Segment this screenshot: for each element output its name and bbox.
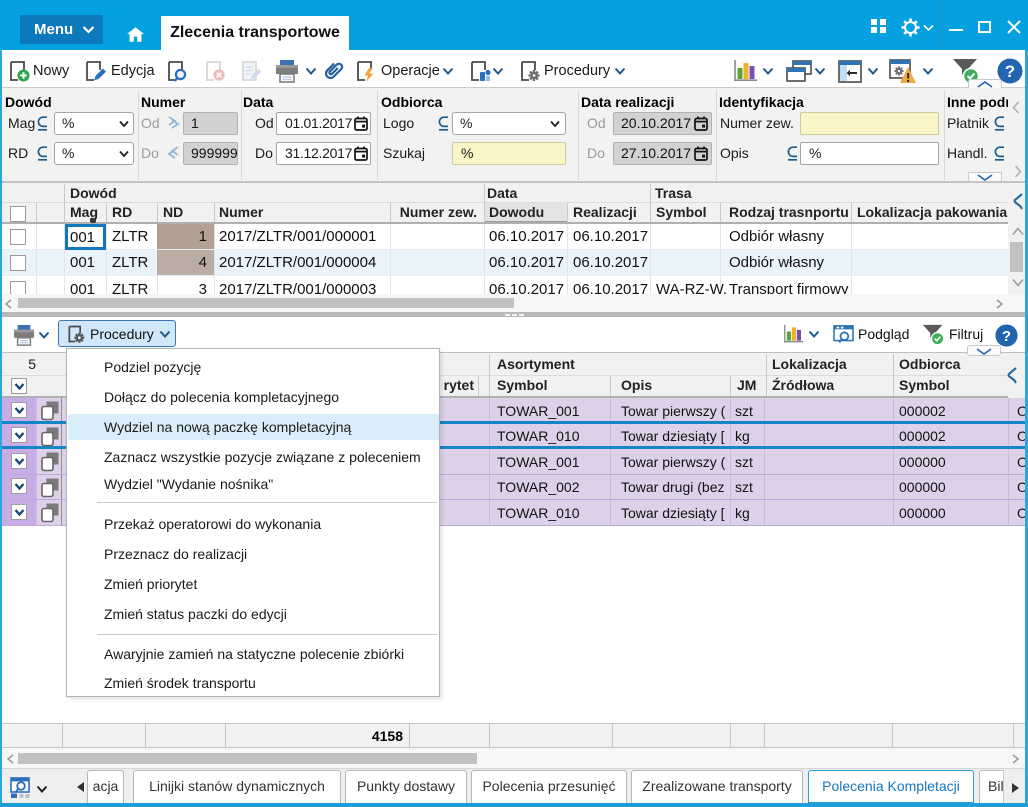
svg-text:?: ? [1002,328,1011,345]
svg-text:?: ? [1005,62,1015,81]
